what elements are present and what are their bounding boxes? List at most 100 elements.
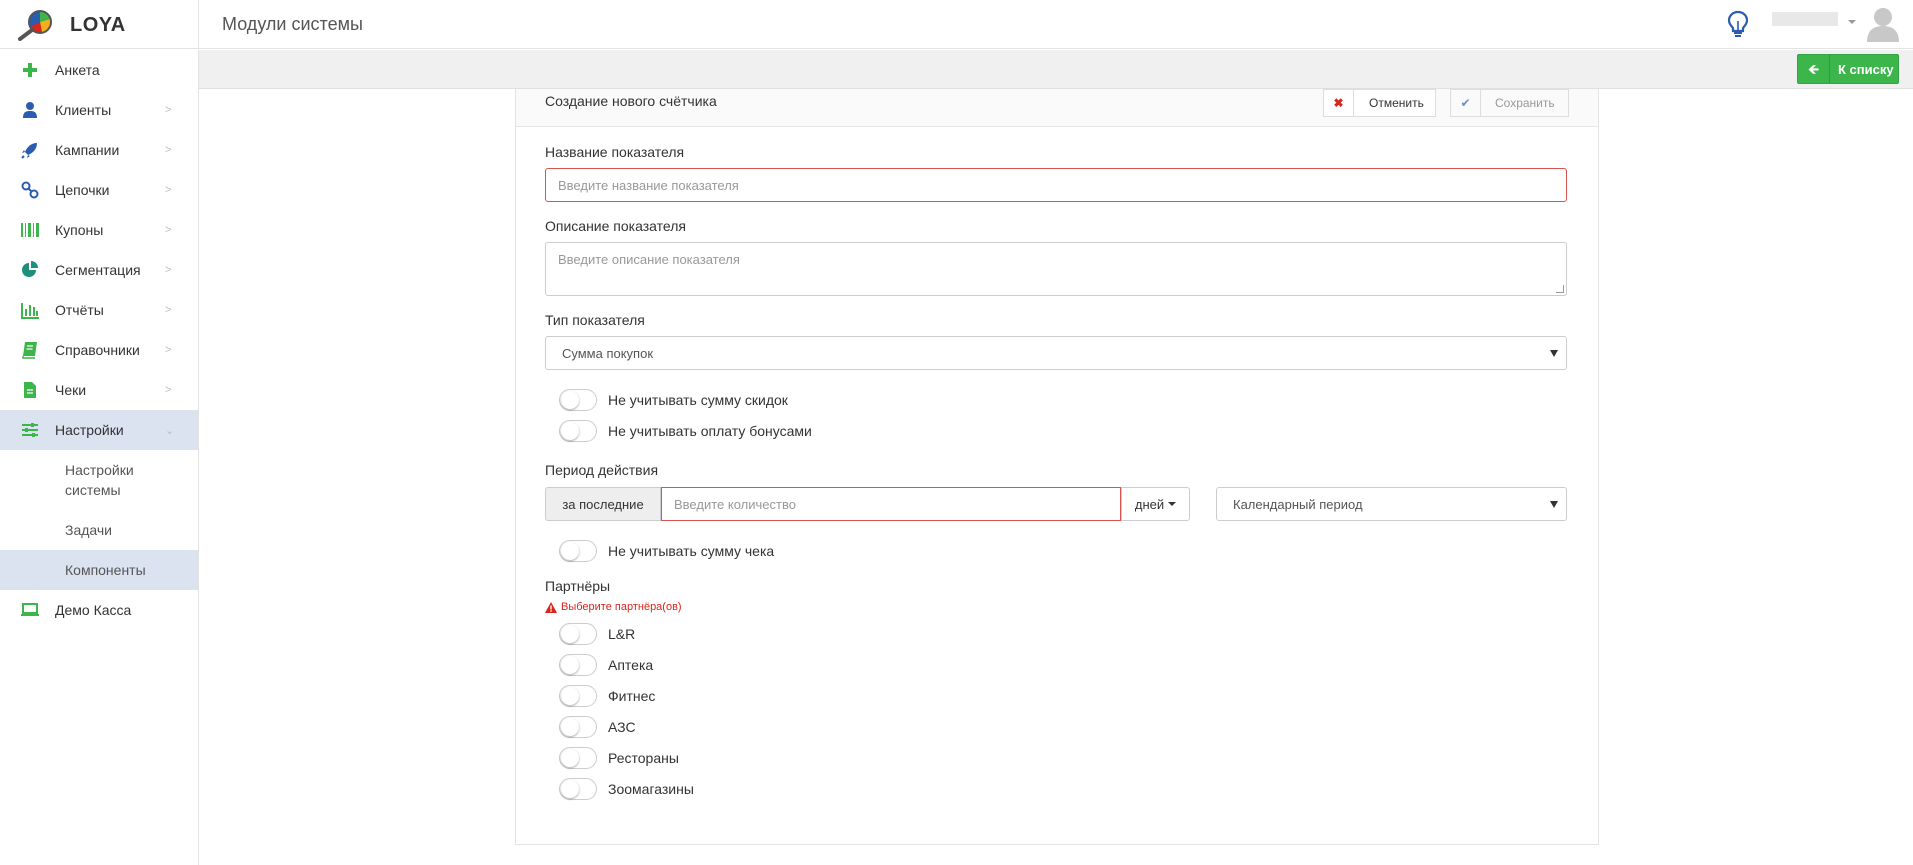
sidebar-item-campaigns[interactable]: Кампании > [0,130,198,170]
sidebar-item-label: Чеки [55,382,87,398]
partner-label: Рестораны [608,750,679,766]
avatar[interactable] [1866,6,1900,42]
lightbulb-icon[interactable] [1727,10,1749,38]
partner-toggle[interactable] [559,685,597,707]
partner-toggle[interactable] [559,654,597,676]
cancel-label: Отменить [1369,96,1424,110]
partner-row-pharmacy[interactable]: Аптека [559,654,653,676]
plus-icon [20,60,40,80]
document-icon [20,380,40,400]
sidebar-item-label: Анкета [55,62,100,78]
description-label: Описание показателя [545,218,686,234]
period-unit-dropdown[interactable]: дней [1121,487,1190,521]
chevron-down-icon: ⌄ [165,424,175,437]
sidebar-item-receipts[interactable]: Чеки > [0,370,198,410]
sidebar-item-label: Купоны [55,222,104,238]
user-name-redacted[interactable] [1772,12,1838,26]
sliders-icon [20,420,40,440]
sidebar-item-label: Кампании [55,142,120,158]
sidebar-item-label: Цепочки [55,182,110,198]
toggle-row-discounts[interactable]: Не учитывать сумму скидок [559,389,788,411]
toggle-knob [561,625,579,643]
chain-icon [20,180,40,200]
partner-row-lr[interactable]: L&R [559,623,635,645]
partner-toggle[interactable] [559,623,597,645]
sidebar-subitem-tasks[interactable]: Задачи [0,510,198,550]
receipt-toggle[interactable] [559,540,597,562]
top-bar: LOYA Модули системы [0,0,1913,49]
sidebar-item-chains[interactable]: Цепочки > [0,170,198,210]
type-label: Тип показателя [545,312,645,328]
partner-row-fitness[interactable]: Фитнес [559,685,655,707]
sidebar-subitem-label: Настройки системы [65,462,134,498]
period-quantity-input[interactable]: Введите количество [661,487,1121,521]
close-icon: ✖ [1324,90,1354,116]
check-icon: ✔ [1451,90,1481,116]
arrow-left-icon: 🡸 [1798,55,1830,83]
logo-icon [18,10,52,41]
sidebar-item-label: Справочники [55,342,140,358]
discounts-toggle[interactable] [559,389,597,411]
sidebar-subitem-system-settings[interactable]: Настройки системы [0,450,198,510]
toggle-row-receipt[interactable]: Не учитывать сумму чека [559,540,774,562]
sidebar-item-segmentation[interactable]: Сегментация > [0,250,198,290]
sidebar-item-questionnaire[interactable]: Анкета [0,50,198,90]
logo[interactable]: LOYA [0,0,199,49]
partner-row-restaurants[interactable]: Рестораны [559,747,679,769]
save-button[interactable]: ✔ Сохранить [1450,89,1569,117]
sidebar-subitem-components[interactable]: Компоненты [0,550,198,590]
description-placeholder: Введите описание показателя [558,252,740,267]
toggle-knob [561,780,579,798]
partners-error: Выберите партнёра(ов) [545,601,682,613]
sidebar-item-label: Сегментация [55,262,141,278]
sidebar-item-coupons[interactable]: Купоны > [0,210,198,250]
pie-chart-icon [20,260,40,280]
type-selected-value: Сумма покупок [562,345,654,361]
partners-error-text: Выберите партнёра(ов) [561,601,682,613]
name-input[interactable]: Введите название показателя [545,168,1567,202]
description-textarea[interactable]: Введите описание показателя [545,242,1567,296]
partner-row-gas-station[interactable]: АЗС [559,716,636,738]
period-label: Период действия [545,462,659,478]
sidebar-item-demo-cash[interactable]: Демо Касса [0,590,198,630]
sidebar-subitem-label: Компоненты [65,562,146,578]
toggle-knob [561,422,579,440]
sub-toolbar: 🡸 К списку [199,50,1913,89]
sidebar-item-label: Демо Касса [55,602,132,618]
toggle-row-bonuses[interactable]: Не учитывать оплату бонусами [559,420,812,442]
period-unit-label: дней [1134,496,1165,512]
bonuses-toggle[interactable] [559,420,597,442]
partner-row-pet-stores[interactable]: Зоомагазины [559,778,694,800]
sidebar-item-reports[interactable]: Отчёты > [0,290,198,330]
bonuses-toggle-label: Не учитывать оплату бонусами [608,423,812,439]
partner-toggle[interactable] [559,747,597,769]
back-to-list-label: К списку [1838,61,1894,77]
sidebar: Анкета Клиенты > Кампании > Цепочки > Ку… [0,50,199,865]
period-type-select[interactable]: Календарный период [1216,487,1567,521]
type-select[interactable]: Сумма покупок [545,336,1567,370]
partners-label: Партнёры [545,578,611,594]
partner-toggle[interactable] [559,716,597,738]
toggle-knob [561,656,579,674]
chevron-right-icon: > [165,224,172,236]
back-to-list-button[interactable]: 🡸 К списку [1797,54,1899,84]
user-menu-chevron-icon[interactable] [1848,20,1856,24]
discounts-toggle-label: Не учитывать сумму скидок [608,392,788,408]
toggle-knob [561,718,579,736]
book-icon [20,340,40,360]
receipt-toggle-label: Не учитывать сумму чека [608,543,775,559]
cancel-button[interactable]: ✖ Отменить [1323,89,1436,117]
sidebar-item-settings[interactable]: Настройки ⌄ [0,410,198,450]
chevron-right-icon: > [165,304,172,316]
chevron-right-icon: > [165,184,172,196]
partner-label: АЗС [608,719,636,735]
chevron-right-icon: > [165,104,172,116]
partner-label: L&R [608,626,636,642]
name-label: Название показателя [545,144,685,160]
sidebar-item-directories[interactable]: Справочники > [0,330,198,370]
dropdown-arrow-icon [1550,350,1558,357]
sidebar-item-clients[interactable]: Клиенты > [0,90,198,130]
resize-handle-icon[interactable] [1556,285,1564,293]
name-placeholder: Введите название показателя [558,177,739,193]
partner-toggle[interactable] [559,778,597,800]
